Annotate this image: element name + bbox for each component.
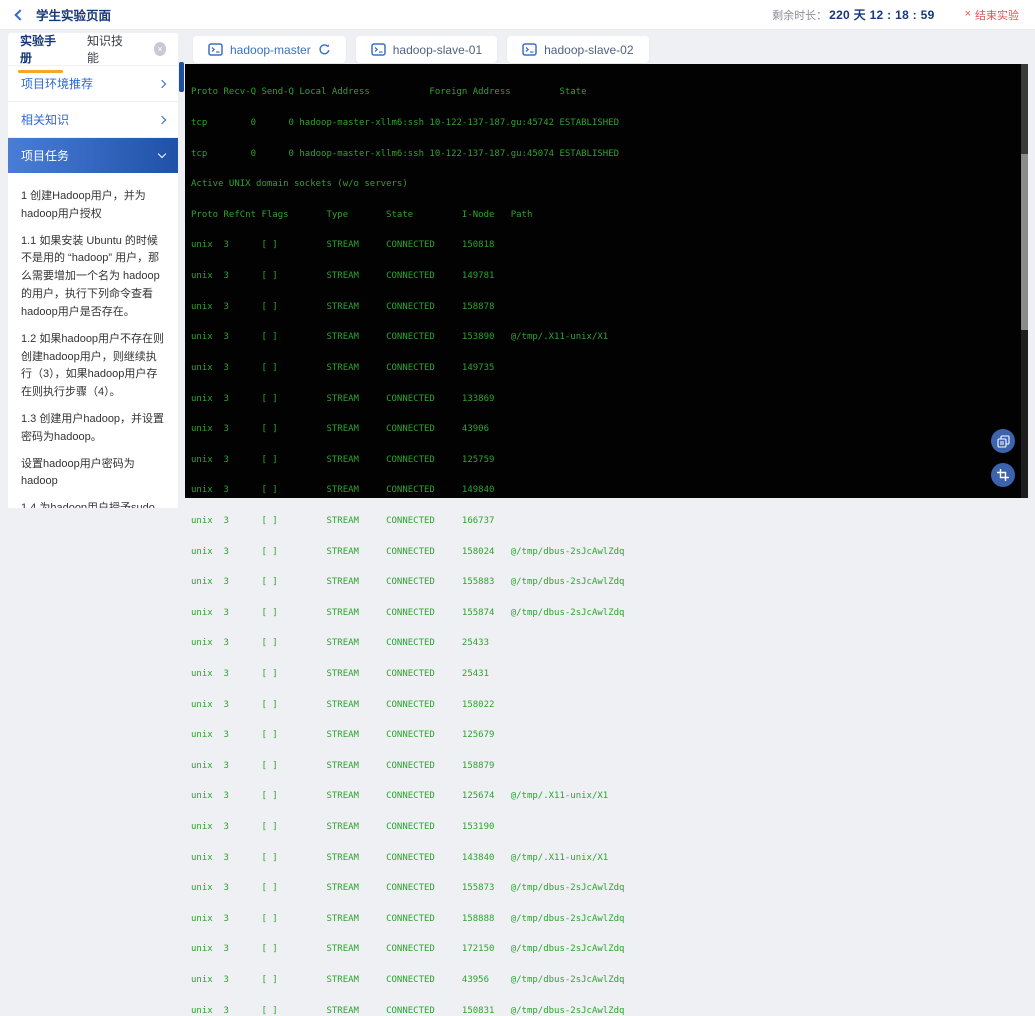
terminal-line: unix 3 [ ] STREAM CONNECTED 153190 — [191, 822, 1028, 832]
terminal-tab-bar: hadoop-master hadoop-slave-01 hadoop-sla… — [193, 36, 649, 63]
task-step: 设置hadoop用户密码为 hadoop — [21, 456, 165, 492]
scrollbar-thumb[interactable] — [1021, 154, 1028, 330]
terminal-line: unix 3 [ ] STREAM CONNECTED 172150 @/tmp… — [191, 944, 1028, 954]
terminal-line: unix 3 [ ] STREAM CONNECTED 150818 — [191, 240, 1028, 250]
terminal-line: unix 3 [ ] STREAM CONNECTED 25431 — [191, 669, 1028, 679]
page-title: 学生实验页面 — [36, 5, 111, 24]
terminal-line: unix 3 [ ] STREAM CONNECTED 133869 — [191, 394, 1028, 404]
terminal-line: unix 3 [ ] STREAM CONNECTED 125759 — [191, 455, 1028, 465]
terminal-icon — [522, 43, 537, 56]
terminal-line: unix 3 [ ] STREAM CONNECTED 155883 @/tmp… — [191, 577, 1028, 587]
terminal-icon — [371, 43, 386, 56]
terminal-line: unix 3 [ ] STREAM CONNECTED 143840 @/tmp… — [191, 853, 1028, 863]
terminal-line: tcp 0 0 hadoop-master-xllm6:ssh 10-122-1… — [191, 118, 1028, 128]
scrollbar-track-top — [1021, 64, 1028, 154]
terminal-line: unix 3 [ ] STREAM CONNECTED 158878 — [191, 302, 1028, 312]
section-label: 相关知识 — [21, 111, 69, 128]
tab-experiment-manual[interactable]: 实验手册 — [20, 33, 61, 75]
manual-sidebar: 实验手册 知识技能 × 项目环境推荐 相关知识 项目任务 1 创建Hadoop用… — [8, 33, 178, 508]
tab-hadoop-slave-01[interactable]: hadoop-slave-01 — [356, 36, 497, 63]
task-step: 1.3 创建用户hadoop，并设置密码为hadoop。 — [21, 411, 165, 447]
remaining-time-value: 220 天 12 : 18 : 59 — [829, 6, 934, 23]
tab-hadoop-slave-02[interactable]: hadoop-slave-02 — [507, 36, 648, 63]
terminal-line: unix 3 [ ] STREAM CONNECTED 125674 @/tmp… — [191, 791, 1028, 801]
terminal-line: unix 3 [ ] STREAM CONNECTED 150831 @/tmp… — [191, 1006, 1028, 1016]
terminal-line: unix 3 [ ] STREAM CONNECTED 25433 — [191, 638, 1028, 648]
terminal-line: unix 3 [ ] STREAM CONNECTED 149735 — [191, 363, 1028, 373]
terminal-tab-label: hadoop-master — [230, 43, 311, 57]
crop-icon — [997, 469, 1009, 481]
terminal-line: unix 3 [ ] STREAM CONNECTED 153890 @/tmp… — [191, 332, 1028, 342]
section-related-knowledge[interactable]: 相关知识 — [8, 102, 178, 138]
terminal-window[interactable]: Proto Recv-Q Send-Q Local Address Foreig… — [185, 64, 1028, 498]
terminal-line: unix 3 [ ] STREAM CONNECTED 43906 — [191, 424, 1028, 434]
end-experiment-button[interactable]: × 结束实验 — [965, 7, 1019, 23]
section-label: 项目任务 — [21, 147, 69, 164]
terminal-line: unix 3 [ ] STREAM CONNECTED 158879 — [191, 761, 1028, 771]
top-header: 学生实验页面 剩余时长： 220 天 12 : 18 : 59 × 结束实验 — [0, 0, 1035, 30]
tab-knowledge-skills[interactable]: 知识技能 — [87, 33, 128, 75]
sidebar-tab-bar: 实验手册 知识技能 × — [8, 33, 178, 66]
terminal-line: unix 3 [ ] STREAM CONNECTED 158024 @/tmp… — [191, 547, 1028, 557]
terminal-line: tcp 0 0 hadoop-master-xllm6:ssh 10-122-1… — [191, 149, 1028, 159]
terminal-line: unix 3 [ ] STREAM CONNECTED 125679 — [191, 730, 1028, 740]
copy-button[interactable] — [991, 429, 1015, 453]
terminal-line: unix 3 [ ] STREAM CONNECTED 155873 @/tmp… — [191, 883, 1028, 893]
terminal-line: Proto Recv-Q Send-Q Local Address Foreig… — [191, 87, 1028, 97]
panel-resize-handle[interactable] — [179, 62, 184, 92]
screenshot-crop-button[interactable] — [991, 463, 1015, 487]
chevron-right-icon — [158, 115, 166, 123]
task-step: 1.2 如果hadoop用户不存在则创建hadoop用户，则继续执行（3），如果… — [21, 331, 165, 402]
terminal-line: unix 3 [ ] STREAM CONNECTED 155874 @/tmp… — [191, 608, 1028, 618]
task-instructions: 1 创建Hadoop用户，并为hadoop用户授权 1.1 如果安装 Ubunt… — [8, 173, 178, 508]
copy-icon — [997, 435, 1010, 448]
task-step: 1.1 如果安装 Ubuntu 的时候不是用的 “hadoop” 用户，那么需要… — [21, 233, 165, 322]
chevron-down-icon — [158, 150, 166, 158]
section-project-tasks[interactable]: 项目任务 — [8, 138, 178, 173]
terminal-line: unix 3 [ ] STREAM CONNECTED 43956 @/tmp/… — [191, 975, 1028, 985]
terminal-line: unix 3 [ ] STREAM CONNECTED 149781 — [191, 271, 1028, 281]
terminal-icon — [208, 43, 223, 56]
terminal-output: Proto Recv-Q Send-Q Local Address Foreig… — [185, 64, 1028, 1016]
terminal-line: unix 3 [ ] STREAM CONNECTED 149840 — [191, 485, 1028, 495]
terminal-line: unix 3 [ ] STREAM CONNECTED 158888 @/tmp… — [191, 914, 1028, 924]
close-icon: × — [965, 9, 971, 20]
terminal-scrollbar[interactable] — [1021, 64, 1028, 498]
terminal-line: Proto RefCnt Flags Type State I-Node Pat… — [191, 210, 1028, 220]
terminal-tab-label: hadoop-slave-02 — [544, 43, 633, 57]
chevron-right-icon — [158, 79, 166, 87]
terminal-line: Active UNIX domain sockets (w/o servers) — [191, 179, 1028, 189]
section-label: 项目环境推荐 — [21, 75, 93, 92]
end-experiment-label: 结束实验 — [975, 7, 1019, 23]
tab-hadoop-master[interactable]: hadoop-master — [193, 36, 346, 63]
terminal-line: unix 3 [ ] STREAM CONNECTED 158022 — [191, 700, 1028, 710]
terminal-line: unix 3 [ ] STREAM CONNECTED 166737 — [191, 516, 1028, 526]
remaining-time-label: 剩余时长： — [772, 7, 827, 23]
back-icon[interactable] — [14, 9, 25, 20]
collapse-panel-icon[interactable]: × — [154, 42, 166, 56]
refresh-icon[interactable] — [318, 43, 331, 56]
task-step: 1 创建Hadoop用户，并为hadoop用户授权 — [21, 188, 165, 224]
task-step: 1.4 为hadoop用户授予sudo权限。 — [21, 500, 165, 508]
terminal-tab-label: hadoop-slave-01 — [393, 43, 482, 57]
